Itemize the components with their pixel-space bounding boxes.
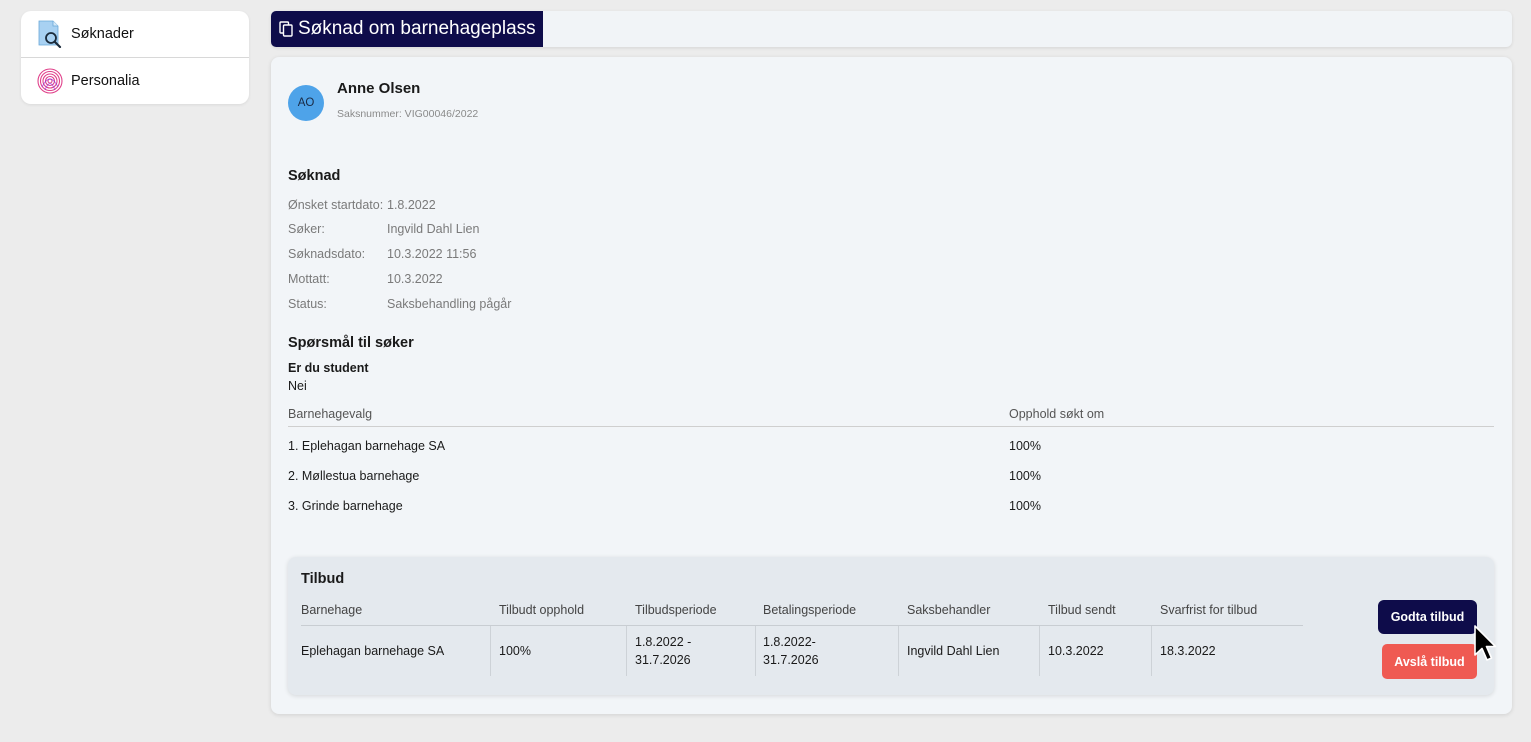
offer-header-payment-period: Betalingsperiode bbox=[763, 603, 857, 617]
offer-cell-payment-period-start: 1.8.2022- bbox=[763, 635, 816, 649]
offer-cell-kindergarten: Eplehagan barnehage SA bbox=[301, 644, 445, 658]
question-label: Er du student bbox=[288, 361, 369, 375]
detail-value: 1.8.2022 bbox=[387, 198, 436, 212]
choice-header-kindergarten: Barnehagevalg bbox=[288, 407, 373, 421]
divider bbox=[288, 426, 1494, 427]
case-number: Saksnummer: VIG00046/2022 bbox=[337, 108, 479, 120]
choice-row-name: 3. Grinde barnehage bbox=[288, 499, 403, 513]
sidebar-item-personalia[interactable]: Personalia bbox=[21, 57, 249, 103]
choice-row-stay: 100% bbox=[1009, 439, 1041, 453]
choice-row-name: 2. Møllestua barnehage bbox=[288, 469, 420, 483]
column-divider bbox=[755, 626, 756, 676]
page-title: Søknad om barnehageplass bbox=[298, 18, 536, 39]
detail-label: Søknadsdato: bbox=[288, 247, 366, 261]
choice-header-stay: Opphold søkt om bbox=[1009, 407, 1105, 421]
application-section-title: Søknad bbox=[288, 168, 341, 184]
choice-row-name: 1. Eplehagan barnehage SA bbox=[288, 439, 446, 453]
offer-cell-deadline: 18.3.2022 bbox=[1160, 644, 1216, 658]
column-divider bbox=[1039, 626, 1040, 676]
sidebar-item-soknader[interactable]: Søknader bbox=[21, 11, 249, 57]
offer-cell-offered-stay: 100% bbox=[499, 644, 531, 658]
questions-section-title: Spørsmål til søker bbox=[288, 335, 414, 351]
detail-value: 10.3.2022 11:56 bbox=[387, 247, 477, 261]
applicant-name: Anne Olsen bbox=[337, 80, 421, 97]
detail-value: Saksbehandling pågår bbox=[387, 297, 512, 311]
offer-header-offer-sent: Tilbud sendt bbox=[1048, 603, 1116, 617]
choice-row-stay: 100% bbox=[1009, 469, 1041, 483]
offer-header-offered-stay: Tilbudt opphold bbox=[499, 603, 585, 617]
document-search-icon bbox=[38, 20, 62, 48]
choice-row-stay: 100% bbox=[1009, 499, 1041, 513]
offer-panel: Tilbud Barnehage Tilbudt opphold Tilbuds… bbox=[288, 557, 1494, 695]
offer-header-case-handler: Saksbehandler bbox=[907, 603, 991, 617]
offer-cell-offer-period-start: 1.8.2022 - bbox=[635, 635, 692, 649]
detail-value: Ingvild Dahl Lien bbox=[387, 222, 480, 236]
sidebar-item-label: Søknader bbox=[71, 26, 134, 42]
detail-label: Mottatt: bbox=[288, 272, 330, 286]
offer-header-offer-period: Tilbudsperiode bbox=[635, 603, 717, 617]
column-divider bbox=[898, 626, 899, 676]
sidebar-item-label: Personalia bbox=[71, 72, 140, 89]
detail-value: 10.3.2022 bbox=[387, 272, 443, 286]
offer-header-kindergarten: Barnehage bbox=[301, 603, 363, 617]
question-answer: Nei bbox=[288, 379, 307, 393]
divider bbox=[301, 625, 1303, 626]
header-bar: Søknad om barnehageplass bbox=[271, 11, 1512, 47]
column-divider bbox=[490, 626, 491, 676]
decline-offer-button[interactable]: Avslå tilbud bbox=[1382, 644, 1477, 679]
fingerprint-icon bbox=[37, 67, 63, 94]
offer-cell-offer-sent: 10.3.2022 bbox=[1048, 644, 1104, 658]
column-divider bbox=[1151, 626, 1152, 676]
detail-label: Søker: bbox=[288, 222, 325, 236]
column-divider bbox=[626, 626, 627, 676]
offer-cell-case-handler: Ingvild Dahl Lien bbox=[907, 644, 1000, 658]
detail-label: Ønsket startdato: bbox=[288, 198, 384, 212]
offer-cell-payment-period-end: 31.7.2026 bbox=[763, 653, 819, 667]
copy-icon bbox=[279, 21, 293, 37]
mouse-cursor-icon bbox=[1474, 625, 1497, 661]
offer-cell-offer-period-end: 31.7.2026 bbox=[635, 653, 691, 667]
application-card: AO Anne Olsen Saksnummer: VIG00046/2022 … bbox=[271, 57, 1512, 714]
avatar: AO bbox=[288, 85, 324, 121]
sidebar: Søknader Personalia bbox=[21, 11, 249, 104]
accept-offer-button[interactable]: Godta tilbud bbox=[1378, 600, 1477, 634]
offer-title: Tilbud bbox=[301, 571, 345, 587]
page-title-tab: Søknad om barnehageplass bbox=[271, 11, 543, 47]
offer-header-deadline: Svarfrist for tilbud bbox=[1160, 603, 1258, 617]
detail-label: Status: bbox=[288, 297, 327, 311]
